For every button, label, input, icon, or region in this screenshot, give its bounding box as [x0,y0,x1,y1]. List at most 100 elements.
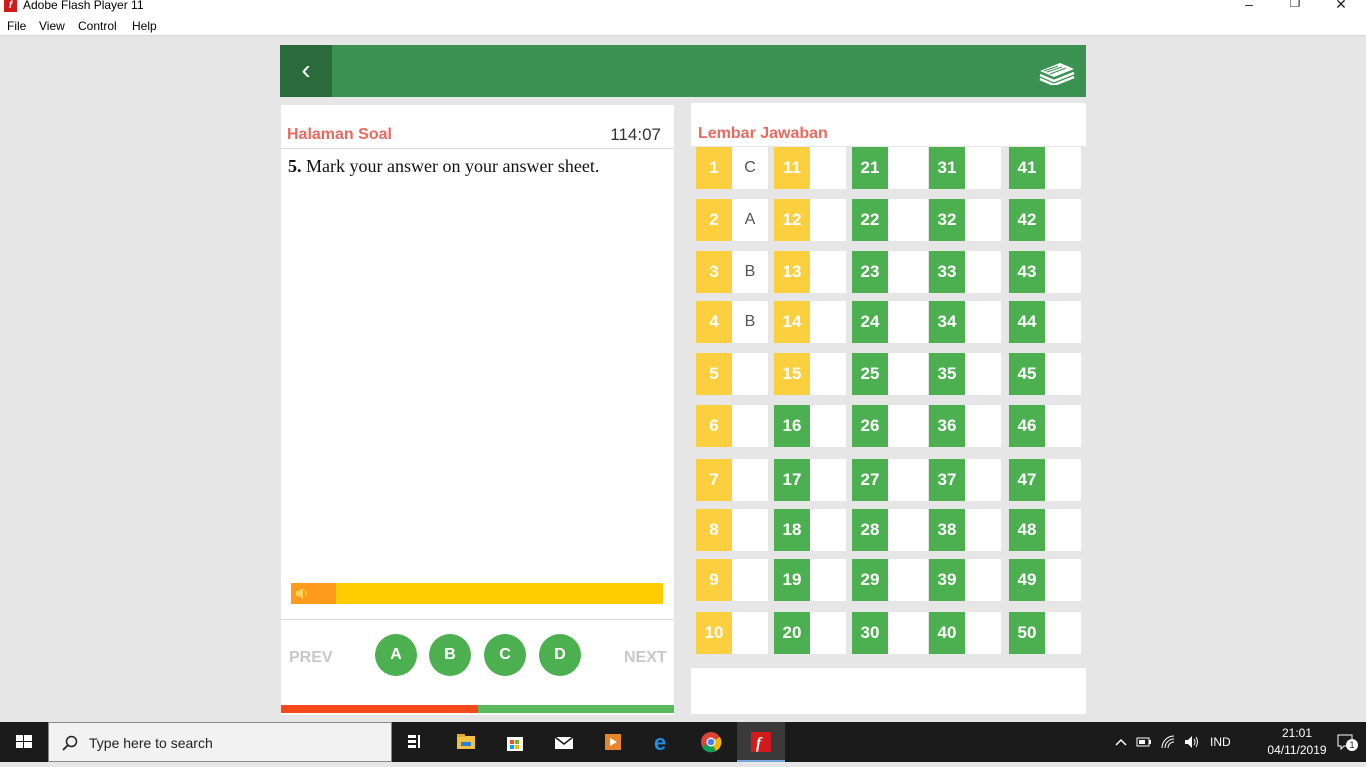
answer-cell-24[interactable]: 24 [852,301,928,343]
question-number-badge[interactable]: 26 [852,405,888,447]
answer-cell-2[interactable]: 2A [696,199,768,241]
question-number-badge[interactable]: 15 [774,353,810,395]
answer-cell-40[interactable]: 40 [929,612,1001,654]
answer-cell-34[interactable]: 34 [929,301,1001,343]
answer-cell-14[interactable]: 14 [774,301,846,343]
question-number-badge[interactable]: 25 [852,353,888,395]
close-button[interactable]: ✕ [1318,0,1364,14]
answer-cell-31[interactable]: 31 [929,147,1001,189]
answer-cell-36[interactable]: 36 [929,405,1001,447]
question-number-badge[interactable]: 34 [929,301,965,343]
question-number-badge[interactable]: 41 [1009,147,1045,189]
question-number-badge[interactable]: 24 [852,301,888,343]
question-number-badge[interactable]: 48 [1009,509,1045,551]
file-explorer-icon[interactable] [442,722,490,762]
option-a-button[interactable]: A [375,634,417,676]
next-button[interactable]: NEXT [624,649,667,667]
answer-cell-4[interactable]: 4B [696,301,768,343]
input-language[interactable]: IND [1210,735,1231,749]
answer-cell-3[interactable]: 3B [696,251,768,293]
question-number-badge[interactable]: 21 [852,147,888,189]
battery-icon[interactable] [1136,736,1152,748]
mail-icon[interactable] [540,722,588,762]
answer-cell-19[interactable]: 19 [774,559,846,601]
option-b-button[interactable]: B [429,634,471,676]
answer-cell-10[interactable]: 10 [696,612,768,654]
question-number-badge[interactable]: 12 [774,199,810,241]
start-button[interactable] [0,722,48,762]
chrome-icon[interactable] [687,722,735,762]
question-number-badge[interactable]: 3 [696,251,732,293]
option-c-button[interactable]: C [484,634,526,676]
question-number-badge[interactable]: 45 [1009,353,1045,395]
wifi-icon[interactable] [1160,734,1176,750]
answer-cell-20[interactable]: 20 [774,612,846,654]
speaker-icon[interactable] [295,587,309,600]
menu-view[interactable]: View [39,19,65,33]
answer-cell-41[interactable]: 41 [1009,147,1081,189]
question-number-badge[interactable]: 30 [852,612,888,654]
answer-cell-9[interactable]: 9 [696,559,768,601]
menu-help[interactable]: Help [132,19,157,33]
answer-cell-42[interactable]: 42 [1009,199,1081,241]
answer-cell-35[interactable]: 35 [929,353,1001,395]
answer-cell-46[interactable]: 46 [1009,405,1081,447]
store-icon[interactable] [491,722,539,762]
question-number-badge[interactable]: 13 [774,251,810,293]
clock-date[interactable]: 04/11/2019 [1254,743,1340,757]
answer-cell-23[interactable]: 23 [852,251,928,293]
notification-icon[interactable]: 1 [1336,733,1358,751]
prev-button[interactable]: PREV [289,649,333,667]
answer-cell-48[interactable]: 48 [1009,509,1081,551]
question-number-badge[interactable]: 20 [774,612,810,654]
question-number-badge[interactable]: 27 [852,459,888,501]
answer-cell-6[interactable]: 6 [696,405,768,447]
question-number-badge[interactable]: 40 [929,612,965,654]
question-number-badge[interactable]: 38 [929,509,965,551]
question-number-badge[interactable]: 44 [1009,301,1045,343]
answer-cell-27[interactable]: 27 [852,459,928,501]
question-number-badge[interactable]: 7 [696,459,732,501]
edge-icon[interactable]: e [638,722,686,762]
question-number-badge[interactable]: 2 [696,199,732,241]
books-icon[interactable] [1038,57,1076,85]
media-player-icon[interactable] [589,722,637,762]
question-number-badge[interactable]: 14 [774,301,810,343]
answer-cell-21[interactable]: 21 [852,147,928,189]
answer-cell-18[interactable]: 18 [774,509,846,551]
answer-cell-16[interactable]: 16 [774,405,846,447]
question-number-badge[interactable]: 6 [696,405,732,447]
question-number-badge[interactable]: 47 [1009,459,1045,501]
question-number-badge[interactable]: 1 [696,147,732,189]
answer-cell-45[interactable]: 45 [1009,353,1081,395]
minimize-button[interactable]: – [1226,0,1272,14]
answer-cell-49[interactable]: 49 [1009,559,1081,601]
question-number-badge[interactable]: 4 [696,301,732,343]
answer-cell-29[interactable]: 29 [852,559,928,601]
question-number-badge[interactable]: 28 [852,509,888,551]
answer-cell-13[interactable]: 13 [774,251,846,293]
audio-player[interactable] [291,583,663,604]
answer-cell-38[interactable]: 38 [929,509,1001,551]
question-number-badge[interactable]: 18 [774,509,810,551]
volume-icon[interactable] [1184,734,1202,750]
answer-cell-39[interactable]: 39 [929,559,1001,601]
answer-cell-7[interactable]: 7 [696,459,768,501]
answer-cell-43[interactable]: 43 [1009,251,1081,293]
menu-control[interactable]: Control [78,19,117,33]
question-number-badge[interactable]: 43 [1009,251,1045,293]
flash-player-icon[interactable]: f [737,722,785,762]
answer-cell-47[interactable]: 47 [1009,459,1081,501]
answer-cell-37[interactable]: 37 [929,459,1001,501]
answer-cell-8[interactable]: 8 [696,509,768,551]
task-view-icon[interactable] [392,722,440,762]
answer-cell-15[interactable]: 15 [774,353,846,395]
answer-cell-32[interactable]: 32 [929,199,1001,241]
answer-cell-50[interactable]: 50 [1009,612,1081,654]
answer-cell-12[interactable]: 12 [774,199,846,241]
clock-time[interactable]: 21:01 [1266,726,1328,740]
answer-cell-44[interactable]: 44 [1009,301,1081,343]
question-number-badge[interactable]: 36 [929,405,965,447]
question-number-badge[interactable]: 33 [929,251,965,293]
question-number-badge[interactable]: 23 [852,251,888,293]
